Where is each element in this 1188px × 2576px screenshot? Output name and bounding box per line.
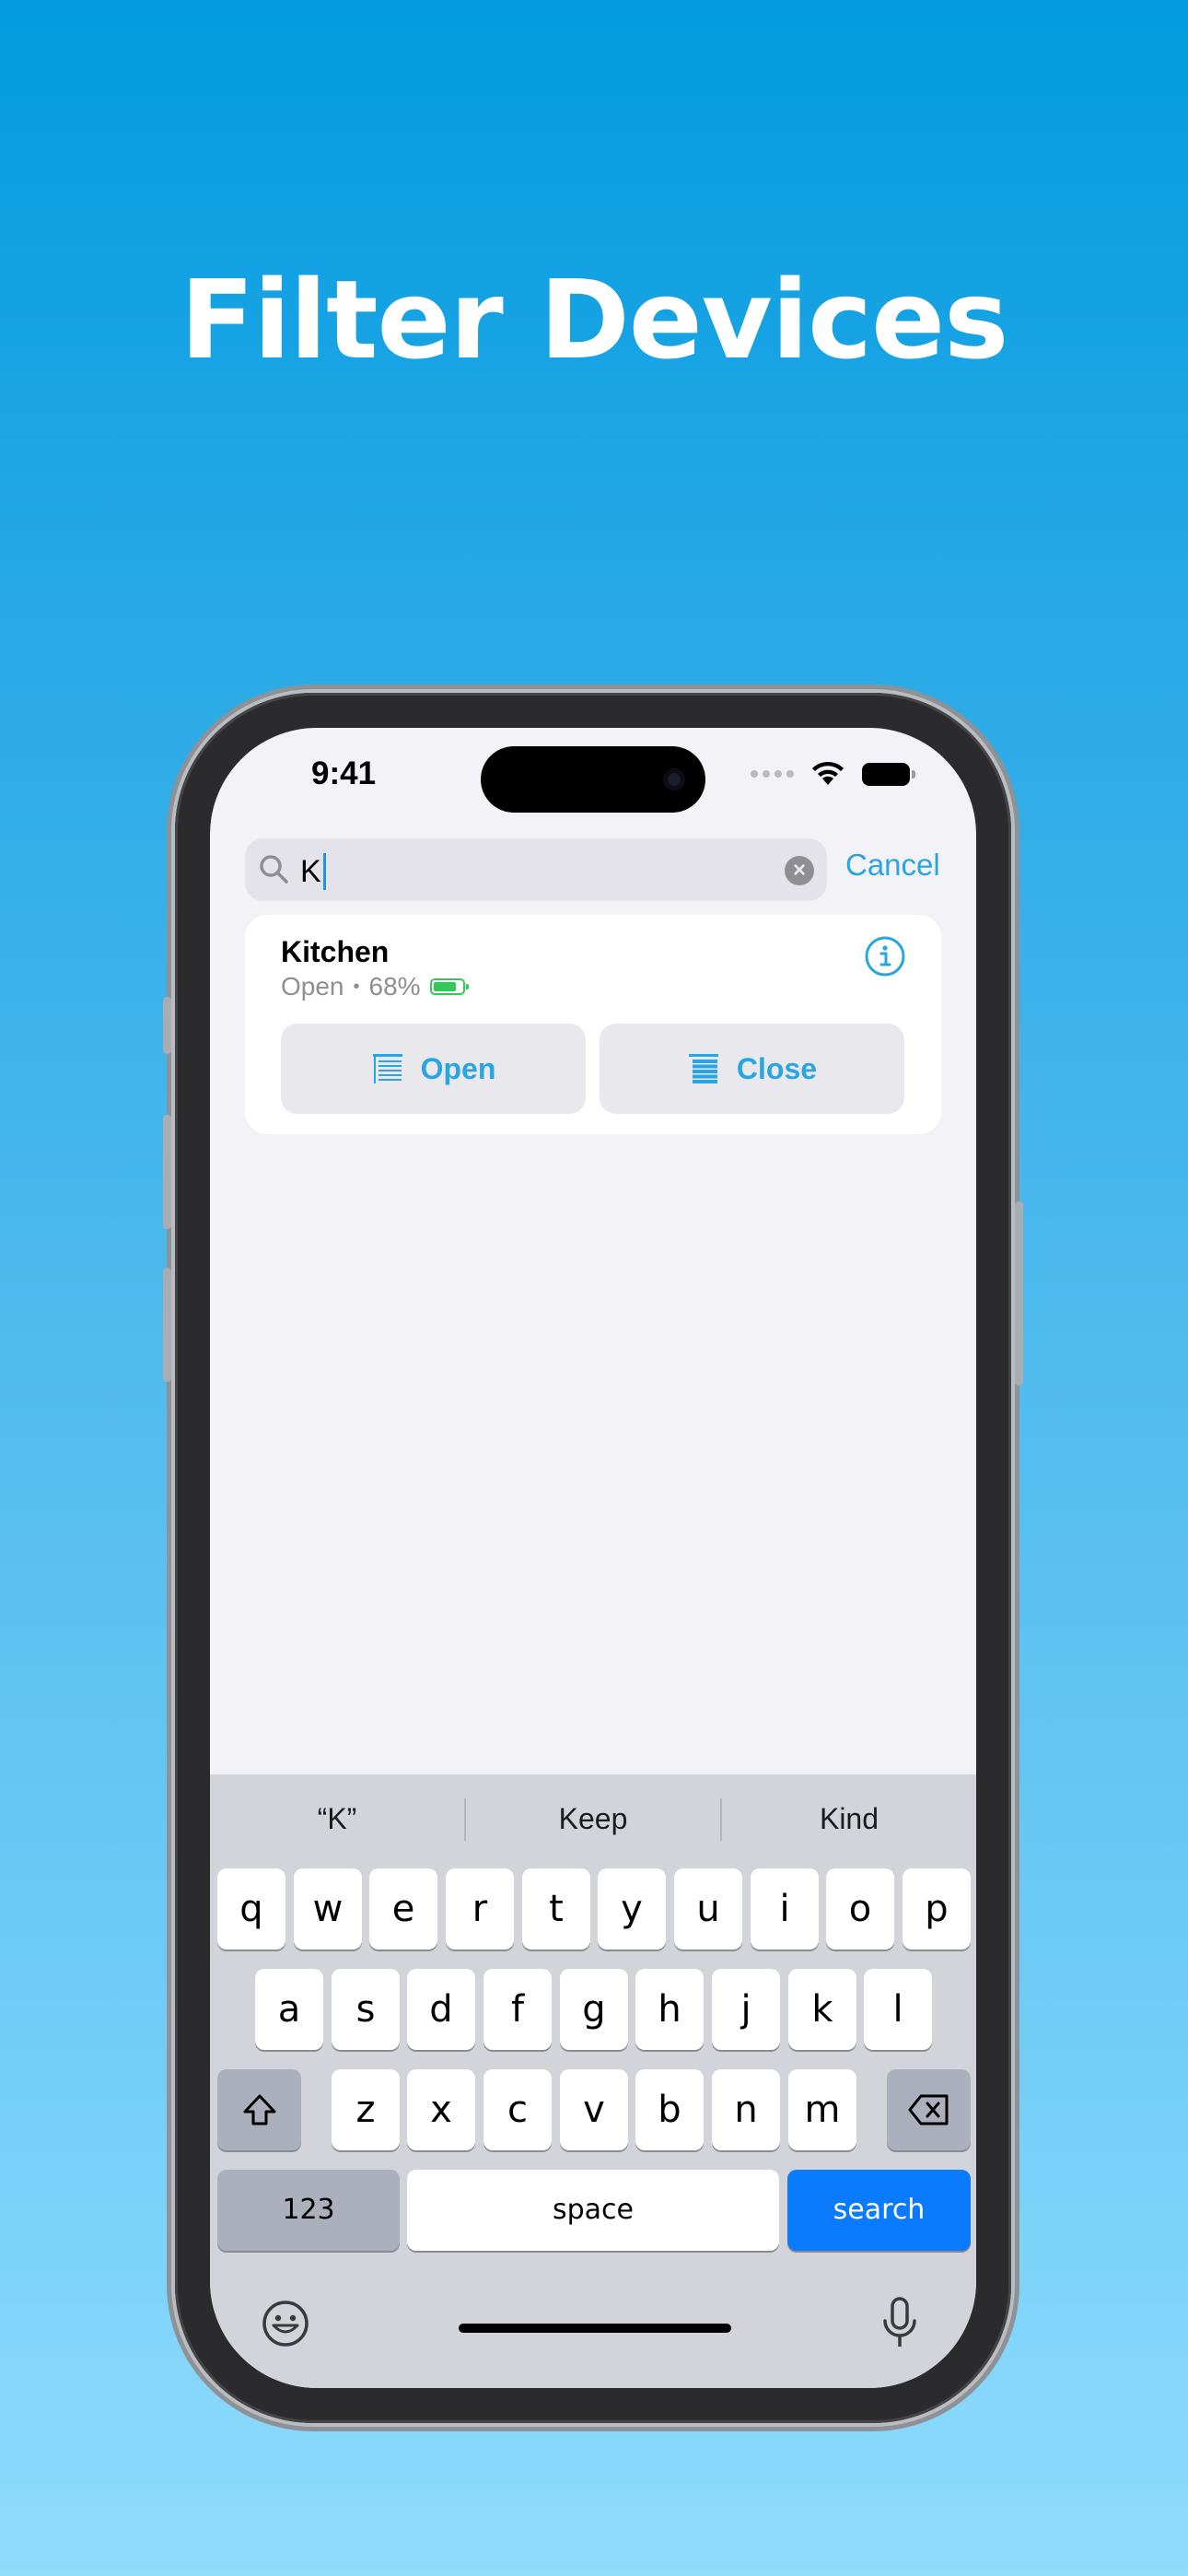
search-input[interactable]: K bbox=[300, 853, 326, 890]
key-a[interactable]: a bbox=[255, 1969, 323, 2050]
key-o[interactable]: o bbox=[826, 1868, 894, 1950]
key-z[interactable]: z bbox=[332, 2069, 400, 2150]
volume-up-button bbox=[163, 1115, 171, 1229]
key-s[interactable]: s bbox=[332, 1969, 400, 2050]
key-c[interactable]: c bbox=[483, 2069, 552, 2150]
search-input-value: K bbox=[300, 853, 321, 889]
status-icons bbox=[751, 761, 915, 787]
key-j[interactable]: j bbox=[712, 1969, 780, 2050]
emoji-icon[interactable] bbox=[260, 2298, 311, 2349]
key-n[interactable]: n bbox=[712, 2069, 780, 2150]
open-button-label: Open bbox=[420, 1051, 496, 1085]
volume-down-button bbox=[163, 1268, 171, 1382]
power-button bbox=[1015, 1201, 1023, 1386]
key-h[interactable]: h bbox=[635, 1969, 704, 2050]
delete-key[interactable] bbox=[887, 2069, 971, 2150]
key-l[interactable]: l bbox=[864, 1969, 932, 2050]
key-x[interactable]: x bbox=[407, 2069, 475, 2150]
key-d[interactable]: d bbox=[407, 1969, 475, 2050]
suggestion-item[interactable]: “K” bbox=[210, 1802, 464, 1836]
key-p[interactable]: p bbox=[903, 1868, 971, 1950]
cancel-button[interactable]: Cancel bbox=[845, 848, 940, 883]
device-state: Open bbox=[281, 972, 344, 1001]
info-icon[interactable] bbox=[864, 935, 906, 978]
camera-icon bbox=[663, 768, 685, 790]
suggestion-item[interactable]: Keep bbox=[466, 1802, 720, 1836]
clear-search-button[interactable]: × bbox=[785, 856, 814, 885]
key-y[interactable]: y bbox=[598, 1868, 666, 1950]
key-u[interactable]: u bbox=[674, 1868, 742, 1950]
key-k[interactable]: k bbox=[788, 1969, 856, 2050]
microphone-icon[interactable] bbox=[879, 2296, 920, 2351]
key-r[interactable]: r bbox=[446, 1868, 514, 1950]
key-w[interactable]: w bbox=[294, 1868, 362, 1950]
suggestion-item[interactable]: Kind bbox=[722, 1802, 976, 1836]
key-b[interactable]: b bbox=[635, 2069, 704, 2150]
key-e[interactable]: e bbox=[369, 1868, 437, 1950]
battery-level-icon bbox=[429, 978, 469, 995]
shift-icon bbox=[243, 2094, 275, 2125]
phone-screen: 9:41 K × Cancel Kitchen Open • 68% Open … bbox=[210, 728, 976, 2388]
headline: Filter Devices bbox=[180, 256, 1009, 383]
blinds-open-icon bbox=[372, 1054, 402, 1083]
key-f[interactable]: f bbox=[483, 1969, 552, 2050]
text-cursor bbox=[322, 853, 326, 890]
space-key[interactable]: space bbox=[407, 2170, 779, 2251]
key-m[interactable]: m bbox=[788, 2069, 856, 2150]
key-q[interactable]: q bbox=[217, 1868, 285, 1950]
battery-percent: 68% bbox=[368, 972, 421, 1001]
shift-key[interactable] bbox=[217, 2069, 301, 2150]
key-g[interactable]: g bbox=[560, 1969, 628, 2050]
status-time: 9:41 bbox=[311, 755, 377, 791]
status-separator: • bbox=[353, 976, 360, 997]
search-field[interactable]: K × bbox=[245, 838, 827, 901]
close-button[interactable]: Close bbox=[600, 1024, 904, 1114]
search-key[interactable]: search bbox=[787, 2170, 971, 2251]
numbers-key[interactable]: 123 bbox=[217, 2170, 400, 2251]
device-status: Open • 68% bbox=[281, 972, 469, 1001]
key-v[interactable]: v bbox=[560, 2069, 628, 2150]
device-name: Kitchen bbox=[281, 935, 390, 968]
suggestion-bar: “K” Keep Kind bbox=[210, 1774, 976, 1857]
key-t[interactable]: t bbox=[522, 1868, 590, 1950]
wifi-icon bbox=[812, 761, 844, 785]
blinds-closed-icon bbox=[688, 1054, 718, 1083]
key-i[interactable]: i bbox=[751, 1868, 819, 1950]
home-indicator[interactable] bbox=[459, 2324, 731, 2333]
search-icon bbox=[260, 855, 288, 884]
close-button-label: Close bbox=[736, 1051, 818, 1085]
delete-icon bbox=[908, 2094, 948, 2125]
signal-icon bbox=[751, 770, 794, 778]
open-button[interactable]: Open bbox=[281, 1024, 586, 1114]
battery-icon bbox=[862, 762, 915, 786]
keyboard: “K” Keep Kind q w e r t y u i o p a s d … bbox=[210, 1774, 976, 2388]
phone-frame: 9:41 K × Cancel Kitchen Open • 68% Open … bbox=[163, 693, 1023, 2423]
action-button bbox=[163, 997, 171, 1054]
dynamic-island bbox=[481, 746, 705, 813]
device-card[interactable]: Kitchen Open • 68% Open Close bbox=[245, 915, 941, 1134]
